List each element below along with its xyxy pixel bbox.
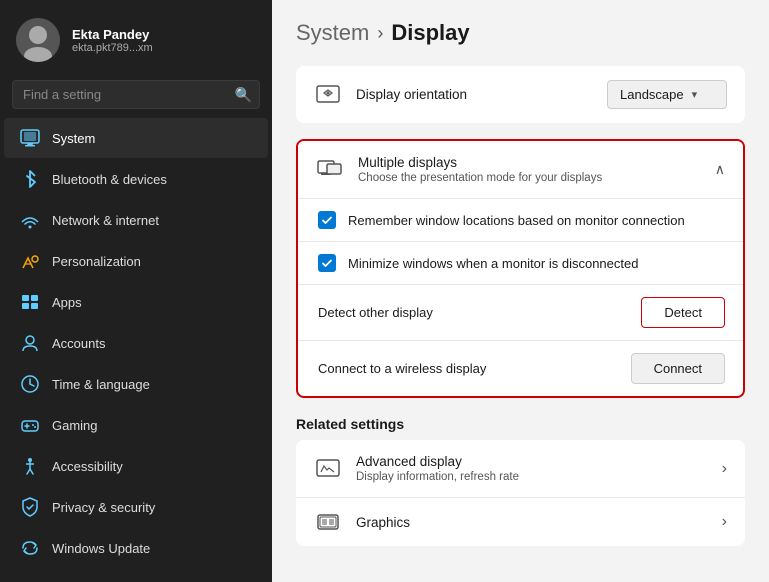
multiple-displays-icon: [316, 160, 344, 180]
sidebar-label-accessibility: Accessibility: [52, 459, 123, 474]
graphics-title: Graphics: [356, 515, 722, 530]
minimize-windows-checkbox[interactable]: [318, 254, 336, 272]
gaming-icon: [20, 415, 40, 435]
sidebar-item-time[interactable]: Time & language: [4, 364, 268, 404]
related-settings-panel: Advanced display Display information, re…: [296, 440, 745, 546]
time-icon: [20, 374, 40, 394]
sidebar-item-apps[interactable]: Apps: [4, 282, 268, 322]
graphics-text: Graphics: [356, 515, 722, 530]
connect-wireless-row: Connect to a wireless display Connect: [298, 341, 743, 396]
collapse-icon: ∧: [715, 161, 725, 178]
accounts-icon: [20, 333, 40, 353]
remember-window-row: Remember window locations based on monit…: [298, 199, 743, 242]
remember-window-checkbox[interactable]: [318, 211, 336, 229]
multiple-displays-header[interactable]: Multiple displays Choose the presentatio…: [298, 141, 743, 198]
multiple-displays-subtitle: Choose the presentation mode for your di…: [358, 172, 715, 184]
detect-label: Detect other display: [318, 305, 641, 320]
multiple-displays-title: Multiple displays: [358, 155, 715, 170]
breadcrumb-current: Display: [391, 20, 469, 46]
related-advanced-display[interactable]: Advanced display Display information, re…: [296, 440, 745, 498]
connect-button[interactable]: Connect: [631, 353, 725, 384]
sidebar-label-apps: Apps: [52, 295, 82, 310]
update-icon: [20, 538, 40, 558]
sidebar-label-gaming: Gaming: [52, 418, 98, 433]
multiple-displays-section: Multiple displays Choose the presentatio…: [296, 139, 745, 398]
sidebar-item-update[interactable]: Windows Update: [4, 528, 268, 568]
nav-list: System Bluetooth & devices Network & int…: [0, 117, 272, 582]
system-icon: [20, 128, 40, 148]
sidebar-item-privacy[interactable]: Privacy & security: [4, 487, 268, 527]
related-graphics[interactable]: Graphics ›: [296, 498, 745, 546]
sidebar-item-personalization[interactable]: Personalization: [4, 241, 268, 281]
chevron-down-icon: ▾: [692, 88, 698, 101]
display-orientation-row: Display orientation Landscape ▾: [296, 66, 745, 123]
sidebar-item-system[interactable]: System: [4, 118, 268, 158]
detect-display-row: Detect other display Detect: [298, 285, 743, 341]
graphics-arrow: ›: [722, 513, 727, 531]
graphics-icon: [314, 512, 342, 532]
user-profile: Ekta Pandey ekta.pkt789...xm: [0, 0, 272, 76]
breadcrumb-parent[interactable]: System: [296, 20, 369, 46]
sidebar-label-network: Network & internet: [52, 213, 159, 228]
main-content: System › Display Display orientation Lan…: [272, 0, 769, 582]
advanced-display-arrow: ›: [722, 460, 727, 478]
avatar: [16, 18, 60, 62]
orientation-icon: [314, 85, 342, 105]
remember-window-label: Remember window locations based on monit…: [348, 213, 725, 228]
sidebar-label-personalization: Personalization: [52, 254, 141, 269]
sidebar-label-accounts: Accounts: [52, 336, 105, 351]
search-box[interactable]: 🔍: [12, 80, 260, 109]
sidebar-item-network[interactable]: Network & internet: [4, 200, 268, 240]
advanced-display-icon: [314, 459, 342, 479]
sidebar-item-bluetooth[interactable]: Bluetooth & devices: [4, 159, 268, 199]
orientation-dropdown[interactable]: Landscape ▾: [607, 80, 727, 109]
advanced-display-text: Advanced display Display information, re…: [356, 454, 722, 483]
sidebar: Ekta Pandey ekta.pkt789...xm 🔍 System: [0, 0, 272, 582]
sidebar-item-gaming[interactable]: Gaming: [4, 405, 268, 445]
breadcrumb: System › Display: [296, 20, 745, 46]
advanced-display-subtitle: Display information, refresh rate: [356, 471, 722, 483]
user-name: Ekta Pandey: [72, 27, 153, 42]
apps-icon: [20, 292, 40, 312]
orientation-label: Display orientation: [356, 87, 607, 102]
detect-button[interactable]: Detect: [641, 297, 725, 328]
sidebar-item-accounts[interactable]: Accounts: [4, 323, 268, 363]
personalization-icon: [20, 251, 40, 271]
breadcrumb-separator: ›: [377, 23, 383, 44]
sidebar-label-update: Windows Update: [52, 541, 150, 556]
multiple-displays-body: Remember window locations based on monit…: [298, 198, 743, 396]
orientation-control[interactable]: Landscape ▾: [607, 80, 727, 109]
advanced-display-title: Advanced display: [356, 454, 722, 469]
minimize-windows-label: Minimize windows when a monitor is disco…: [348, 256, 725, 271]
related-settings-section: Related settings Advanced display Displa…: [296, 416, 745, 546]
sidebar-label-bluetooth: Bluetooth & devices: [52, 172, 167, 187]
sidebar-label-system: System: [52, 131, 95, 146]
network-icon: [20, 210, 40, 230]
bluetooth-icon: [20, 169, 40, 189]
search-icon: 🔍: [235, 86, 252, 103]
privacy-icon: [20, 497, 40, 517]
sidebar-label-privacy: Privacy & security: [52, 500, 155, 515]
display-orientation-panel: Display orientation Landscape ▾: [296, 66, 745, 123]
user-email: ekta.pkt789...xm: [72, 42, 153, 54]
accessibility-icon: [20, 456, 40, 476]
search-input[interactable]: [12, 80, 260, 109]
user-info: Ekta Pandey ekta.pkt789...xm: [72, 27, 153, 54]
connect-label: Connect to a wireless display: [318, 361, 631, 376]
related-settings-title: Related settings: [296, 416, 745, 432]
minimize-windows-row: Minimize windows when a monitor is disco…: [298, 242, 743, 285]
sidebar-label-time: Time & language: [52, 377, 150, 392]
sidebar-item-accessibility[interactable]: Accessibility: [4, 446, 268, 486]
